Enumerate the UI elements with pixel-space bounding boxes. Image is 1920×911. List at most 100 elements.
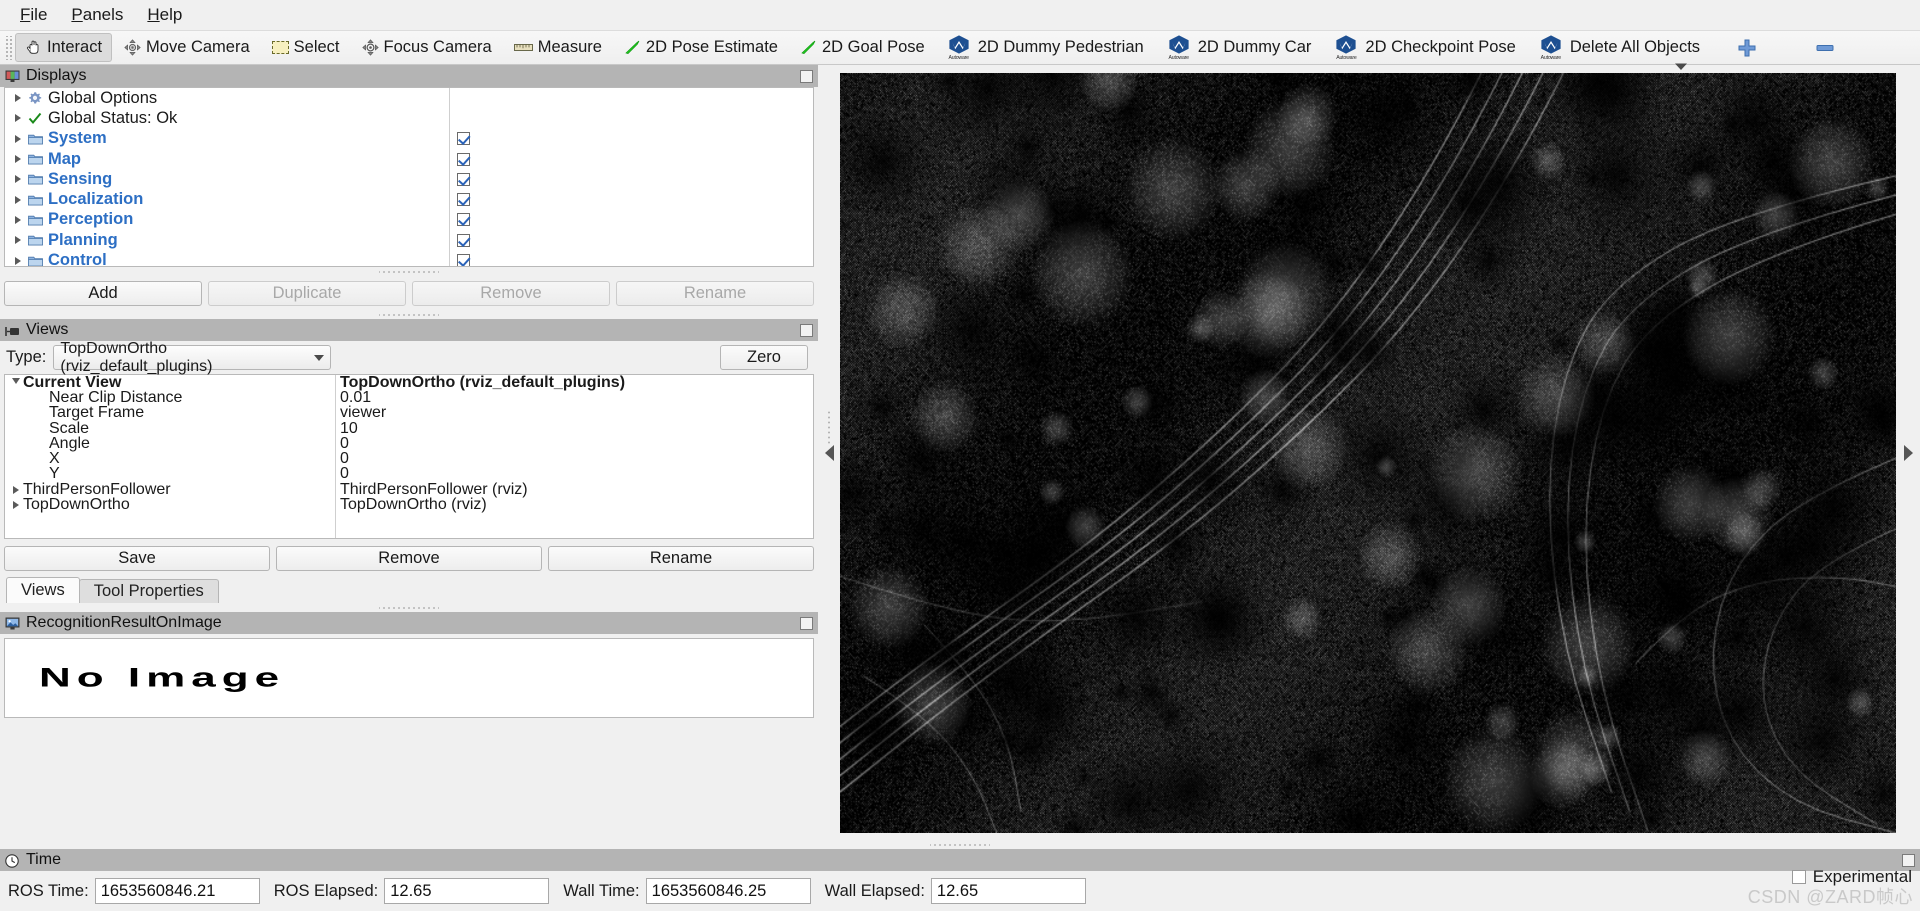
save-view-button[interactable]: Save [4,546,270,571]
display-checkbox-control[interactable] [450,250,813,266]
time-panel-splitter[interactable] [0,841,1920,849]
ros-elapsed-field[interactable]: 12.65 [384,878,550,904]
expand-arrow-icon[interactable] [11,155,25,164]
folder-icon [25,234,45,246]
image-panel-splitter[interactable] [0,603,818,612]
checkbox-icon [457,172,470,186]
tool-interact[interactable]: Interact [15,33,113,62]
display-checkbox-sensing[interactable] [450,169,813,189]
wall-elapsed-label: Wall Elapsed: [824,881,925,900]
wall-elapsed-field[interactable]: 12.65 [930,878,1086,904]
views-panel-title: Views [26,321,69,338]
views-panel-float-button[interactable] [800,323,813,337]
property-row-target-frame[interactable]: Target Frame [5,405,335,421]
display-row-map[interactable]: Map [5,149,449,169]
expand-arrow-icon[interactable] [11,134,25,143]
splitter-grip[interactable] [827,410,831,444]
menu-help[interactable]: Help [135,2,194,28]
main-splitter-right[interactable] [1896,65,1920,841]
collapse-arrow-icon[interactable] [9,377,23,388]
green-arrow-icon [624,40,641,55]
displays-splitter[interactable] [0,267,818,276]
tool-bar: Interact Move Camera Select Focus Camera… [0,30,1920,70]
tool-2d-goal-pose[interactable]: 2D Goal Pose [790,33,935,62]
property-row-scale[interactable]: Scale [5,420,335,436]
expand-arrow-icon[interactable] [11,256,25,265]
checkbox-icon [457,152,470,166]
expand-arrow-icon[interactable] [11,94,25,103]
display-checkbox-localization[interactable] [450,189,813,209]
displays-tree[interactable]: Global Options Global Status: Ok System … [4,87,814,267]
collapse-right-arrow-icon[interactable] [1903,445,1913,461]
expand-arrow-icon[interactable] [9,501,23,510]
tab-tool-properties[interactable]: Tool Properties [78,579,219,603]
expand-arrow-icon[interactable] [11,114,25,123]
property-value-near-clip-distance[interactable]: 0.01 [336,389,813,405]
add-display-button[interactable]: Add [4,281,202,306]
menu-file[interactable]: File [8,2,59,28]
toolbar-drag-handle[interactable] [4,35,12,60]
property-value-scale[interactable]: 10 [336,420,813,436]
rename-display-button[interactable]: Rename [616,281,814,306]
property-value-angle[interactable]: 0 [336,435,813,451]
autoware-logo-icon: Autoware [1540,34,1562,61]
tab-views[interactable]: Views [6,577,80,603]
tool-move-camera[interactable]: Move Camera [114,33,260,62]
expand-arrow-icon[interactable] [9,485,23,494]
checkbox-icon [457,233,470,247]
display-row-sensing[interactable]: Sensing [5,169,449,189]
remove-view-button[interactable]: Remove [276,546,542,571]
property-row-y[interactable]: Y [5,466,335,482]
display-row-perception[interactable]: Perception [5,210,449,230]
tool-2d-dummy-car[interactable]: Autoware 2D Dummy Car [1157,33,1323,62]
time-panel-float-button[interactable] [1902,853,1915,867]
views-zero-button[interactable]: Zero [720,345,808,370]
tool-focus-camera[interactable]: Focus Camera [352,33,502,62]
display-checkbox-perception[interactable] [450,210,813,230]
wall-time-field[interactable]: 1653560846.25 [645,878,811,904]
ros-time-field[interactable]: 1653560846.21 [94,878,260,904]
display-row-global-options[interactable]: Global Options [5,88,449,108]
displays-panel-float-button[interactable] [800,69,813,83]
add-tool-button[interactable] [1736,37,1758,59]
3d-pointcloud-view[interactable] [840,73,1896,833]
property-value-y[interactable]: 0 [336,466,813,482]
views-type-select[interactable]: TopDownOrtho (rviz_default_plugins) [53,340,332,375]
tool-2d-checkpoint-pose[interactable]: Autoware 2D Checkpoint Pose [1324,33,1526,62]
views-splitter[interactable] [0,310,818,319]
remove-display-button[interactable]: Remove [412,281,610,306]
tool-measure[interactable]: Measure [504,33,612,62]
main-splitter-left[interactable] [818,65,840,841]
tool-select[interactable]: Select [262,33,350,62]
collapse-left-arrow-icon[interactable] [824,445,834,461]
image-panel-float-button[interactable] [800,616,813,630]
tool-2d-dummy-pedestrian[interactable]: Autoware 2D Dummy Pedestrian [937,33,1155,62]
expand-arrow-icon[interactable] [11,195,25,204]
expand-arrow-icon[interactable] [11,215,25,224]
display-row-localization[interactable]: Localization [5,189,449,209]
display-row-planning[interactable]: Planning [5,230,449,250]
duplicate-display-button[interactable]: Duplicate [208,281,406,306]
display-checkbox-map[interactable] [450,149,813,169]
folder-icon [25,194,45,206]
remove-tool-button[interactable] [1814,41,1836,55]
property-value-x[interactable]: 0 [336,450,813,466]
display-row-system[interactable]: System [5,129,449,149]
rename-view-button[interactable]: Rename [548,546,814,571]
expand-arrow-icon[interactable] [11,236,25,245]
property-value-target-frame[interactable]: viewer [336,405,813,421]
image-display-area: No Image [4,638,814,718]
property-row-top-down-ortho[interactable]: TopDownOrtho [5,497,335,513]
menu-panels[interactable]: Panels [59,2,135,28]
checkbox-icon[interactable] [1791,870,1806,884]
tool-2d-pose-estimate[interactable]: 2D Pose Estimate [614,33,788,62]
display-checkbox-planning[interactable] [450,230,813,250]
display-row-global-status[interactable]: Global Status: Ok [5,108,449,128]
time-fields-row: ROS Time: 1653560846.21 ROS Elapsed: 12.… [0,871,1920,904]
display-row-control[interactable]: Control [5,250,449,266]
pointcloud-canvas[interactable] [840,73,1896,833]
expand-arrow-icon[interactable] [11,175,25,184]
views-property-table[interactable]: Current View Near Clip Distance Target F… [4,374,814,539]
property-row-current-view[interactable]: Current View [5,375,335,390]
display-checkbox-system[interactable] [450,129,813,149]
